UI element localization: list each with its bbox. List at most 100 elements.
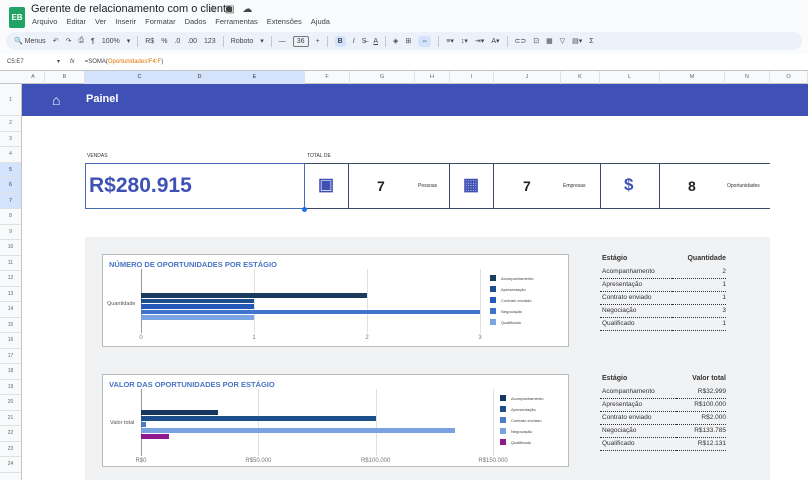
star-icon[interactable]: ☆ <box>208 4 217 15</box>
column-header-N[interactable]: N <box>725 71 770 84</box>
bar-acompanhamento[interactable] <box>141 293 367 298</box>
search-menus[interactable]: 🔍 Menus <box>14 37 46 45</box>
legend-item[interactable]: Qualificado <box>500 439 531 445</box>
filter-icon[interactable]: ▽ <box>560 37 565 45</box>
filter-views-icon[interactable]: ▤▾ <box>572 37 582 45</box>
chart-icon[interactable]: ▦ <box>546 37 553 45</box>
formula-input[interactable]: =SOMA(Oportunidades!F4:F) <box>85 59 164 65</box>
row-header-11[interactable]: 11 <box>0 256 21 271</box>
font-select[interactable]: Roboto <box>231 38 254 45</box>
menu-item-5[interactable]: Dados <box>185 17 207 26</box>
redo-icon[interactable]: ↷ <box>66 37 72 45</box>
column-header-A[interactable]: A <box>22 71 45 84</box>
print-icon[interactable]: ⎙ <box>78 37 84 45</box>
wrap-icon[interactable]: ⇥▾ <box>475 37 484 45</box>
menu-item-2[interactable]: Ver <box>95 17 106 26</box>
percent-button[interactable]: % <box>161 38 167 45</box>
bar-contrato-enviado[interactable] <box>141 422 146 427</box>
font-size-decrease[interactable]: — <box>279 38 286 45</box>
legend-item[interactable]: Apresentação <box>490 286 526 292</box>
cloud-icon[interactable]: ☁ <box>242 4 252 15</box>
comment-icon[interactable]: ⊡ <box>533 37 539 45</box>
column-header-L[interactable]: L <box>600 71 660 84</box>
row-header-4[interactable]: 4 <box>0 147 21 163</box>
column-header-M[interactable]: M <box>660 71 725 84</box>
vertical-align-icon[interactable]: ↕▾ <box>461 37 468 45</box>
folder-icon[interactable]: ▣ <box>225 4 234 15</box>
sheets-logo[interactable]: EB <box>9 7 25 28</box>
row-header-12[interactable]: 12 <box>0 271 21 287</box>
undo-icon[interactable]: ↶ <box>53 37 59 45</box>
row-header-5[interactable]: 5 <box>0 162 21 178</box>
currency-button[interactable]: R$ <box>145 38 154 45</box>
borders-icon[interactable]: ⊞ <box>405 37 411 45</box>
legend-item[interactable]: Acompanhamento <box>500 395 543 401</box>
bar-negociação[interactable] <box>141 428 455 433</box>
menu-item-7[interactable]: Extensões <box>267 17 302 26</box>
menu-item-1[interactable]: Editar <box>66 17 86 26</box>
column-header-K[interactable]: K <box>561 71 600 84</box>
column-header-D[interactable]: D <box>195 71 205 84</box>
decrease-decimal-button[interactable]: .0 <box>174 38 180 45</box>
row-header-10[interactable]: 10 <box>0 240 21 256</box>
row-header-13[interactable]: 13 <box>0 287 21 302</box>
legend-item[interactable]: Contrato enviado <box>490 297 531 303</box>
functions-button[interactable]: Σ <box>589 38 593 45</box>
legend-item[interactable]: Negociação <box>490 308 522 314</box>
selection-handle[interactable] <box>302 207 307 212</box>
document-title[interactable]: Gerente de relacionamento com o cliente <box>31 3 232 15</box>
row-header-1[interactable]: 1 <box>0 84 21 116</box>
align-icon[interactable]: ≡▾ <box>446 37 454 45</box>
rotate-icon[interactable]: A▾ <box>491 37 499 45</box>
text-color-icon[interactable]: A <box>373 38 378 45</box>
row-header-6[interactable]: 6 <box>0 178 21 194</box>
strikethrough-icon[interactable]: S̶ <box>362 38 367 45</box>
row-header-7[interactable]: 7 <box>0 193 21 209</box>
paint-format-icon[interactable]: ¶ <box>91 38 95 45</box>
chart-value-by-stage[interactable]: VALOR DAS OPORTUNIDADES POR ESTÁGIO R$0 R… <box>102 374 569 467</box>
column-header-E[interactable]: E <box>205 71 305 84</box>
name-box[interactable]: C5:E7 <box>7 59 47 65</box>
bar-negociação[interactable] <box>141 309 480 314</box>
home-icon[interactable]: ⌂ <box>52 92 60 108</box>
row-header-8[interactable]: 8 <box>0 209 21 225</box>
row-header-20[interactable]: 20 <box>0 395 21 411</box>
column-header-H[interactable]: H <box>415 71 450 84</box>
column-header-I[interactable]: I <box>450 71 494 84</box>
row-header-3[interactable]: 3 <box>0 132 21 147</box>
menu-item-6[interactable]: Ferramentas <box>215 17 258 26</box>
row-header-16[interactable]: 16 <box>0 333 21 349</box>
row-header-17[interactable]: 17 <box>0 349 21 364</box>
column-header-F[interactable]: F <box>305 71 350 84</box>
row-header-14[interactable]: 14 <box>0 302 21 318</box>
chart-count-by-stage[interactable]: NÚMERO DE OPORTUNIDADES POR ESTÁGIO 0 1 2 3… <box>102 254 569 347</box>
row-header-21[interactable]: 21 <box>0 411 21 426</box>
menu-item-3[interactable]: Inserir <box>115 17 136 26</box>
zoom-select[interactable]: 100% <box>102 38 120 45</box>
sales-value[interactable]: R$280.915 <box>85 163 305 209</box>
menu-item-0[interactable]: Arquivo <box>32 17 57 26</box>
row-header-24[interactable]: 24 <box>0 457 21 473</box>
column-header-G[interactable]: G <box>350 71 415 84</box>
row-header-9[interactable]: 9 <box>0 225 21 240</box>
bar-qualificado[interactable] <box>141 434 170 439</box>
legend-item[interactable]: Acompanhamento <box>490 275 533 281</box>
column-header-J[interactable]: J <box>494 71 561 84</box>
menu-item-8[interactable]: Ajuda <box>311 17 330 26</box>
row-header-15[interactable]: 15 <box>0 318 21 333</box>
fill-color-icon[interactable]: ◈ <box>393 37 398 45</box>
italic-button[interactable]: I <box>353 38 355 45</box>
row-header-2[interactable]: 2 <box>0 116 21 132</box>
font-size-input[interactable]: 36 <box>292 35 309 47</box>
bar-apresentação[interactable] <box>141 416 376 421</box>
column-header-C[interactable]: C <box>85 71 195 84</box>
bold-button[interactable]: B <box>334 35 346 47</box>
merge-cells-icon[interactable]: ⇔ <box>418 35 432 47</box>
menu-item-4[interactable]: Formatar <box>145 17 175 26</box>
row-header-23[interactable]: 23 <box>0 442 21 457</box>
bar-acompanhamento[interactable] <box>141 410 219 415</box>
increase-decimal-button[interactable]: .00 <box>187 38 197 45</box>
link-icon[interactable]: ⊂⊃ <box>515 37 527 45</box>
font-size-increase[interactable]: + <box>316 38 320 45</box>
column-header-B[interactable]: B <box>45 71 85 84</box>
